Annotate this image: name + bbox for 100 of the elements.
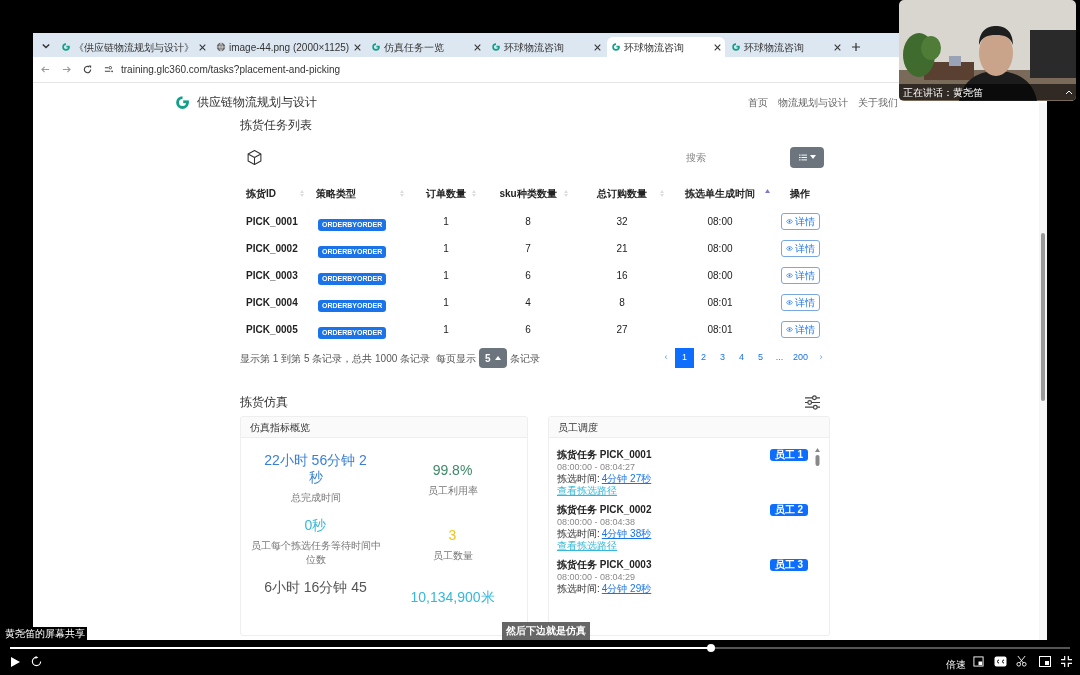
details-button[interactable]: 详情 bbox=[780, 240, 820, 257]
close-icon[interactable] bbox=[354, 43, 362, 51]
time-range: 08:00:00 - 08:04:27 bbox=[557, 461, 637, 473]
metric-label: 总完成时间 bbox=[289, 491, 342, 505]
previous-page-link[interactable]: ‹ bbox=[656, 351, 675, 365]
column-header[interactable]: 操作 bbox=[770, 178, 830, 208]
table-cell-text: 27 bbox=[615, 323, 629, 337]
page-link[interactable]: 200 bbox=[788, 348, 812, 368]
metric-value: 3 bbox=[447, 527, 458, 544]
caret-icon bbox=[42, 42, 50, 50]
globe-icon bbox=[216, 42, 226, 52]
page-link[interactable]: ... bbox=[769, 348, 789, 368]
browser-tab[interactable]: 仿真任务一览 bbox=[367, 37, 486, 57]
per-page-select[interactable]: 5 bbox=[479, 348, 507, 368]
browser-tab[interactable]: 《供应链物流规划与设计》 bbox=[57, 37, 210, 57]
play-icon[interactable] bbox=[11, 657, 20, 667]
back-icon[interactable] bbox=[41, 65, 50, 74]
column-header[interactable]: 总订购数量 bbox=[574, 178, 670, 208]
page-link[interactable]: 4 bbox=[731, 348, 751, 368]
details-button[interactable]: 详情 bbox=[780, 294, 820, 311]
reload-icon[interactable] bbox=[83, 65, 92, 74]
column-header[interactable]: 拣货ID bbox=[240, 178, 310, 208]
worker-tag: 员工 3 bbox=[769, 558, 808, 571]
column-header[interactable]: 策略类型 bbox=[310, 178, 410, 208]
table-cell-text: 08:00 bbox=[706, 269, 734, 283]
duration-link[interactable]: 4分钟 27秒 bbox=[601, 473, 652, 485]
table-cell-text: 08:00 bbox=[706, 215, 734, 229]
task-title: 拣货任务 PICK_0001 bbox=[557, 448, 652, 462]
duration-link[interactable]: 4分钟 29秒 bbox=[601, 583, 652, 595]
sort-ascending-icon[interactable] bbox=[765, 189, 770, 193]
task-title: 拣货任务 PICK_0003 bbox=[557, 558, 652, 572]
page-link[interactable]: 1 bbox=[674, 348, 694, 368]
scissors-icon[interactable] bbox=[1016, 656, 1027, 667]
brand-name[interactable]: 供应链物流规划与设计 bbox=[197, 93, 317, 111]
progress-handle[interactable] bbox=[706, 644, 715, 652]
replay-icon[interactable] bbox=[31, 656, 42, 667]
tab-title: 环球物流咨询 bbox=[504, 40, 566, 55]
nav-link[interactable]: 物流规划与设计 bbox=[778, 94, 848, 110]
tab-title: 环球物流咨询 bbox=[744, 40, 806, 55]
browser-tab[interactable]: 环球物流咨询 bbox=[607, 37, 726, 57]
time-range: 08:00:00 - 08:04:29 bbox=[557, 571, 637, 583]
site-settings-icon[interactable] bbox=[104, 65, 113, 74]
address-field[interactable]: training.glc360.com/tasks?placement-and-picking bbox=[104, 62, 340, 77]
subtitle: 然后下边就是仿真 bbox=[502, 622, 590, 640]
table-cell-text: 1 bbox=[442, 296, 450, 310]
tab-title: 仿真任务一览 bbox=[384, 40, 446, 55]
page-link[interactable]: 3 bbox=[712, 348, 732, 368]
picture-in-picture-icon[interactable] bbox=[973, 656, 984, 667]
close-icon[interactable] bbox=[834, 43, 842, 51]
table-cell-text: 1 bbox=[442, 323, 450, 337]
fullscreen-exit-icon[interactable] bbox=[1061, 656, 1072, 667]
column-header[interactable]: 订单数量 bbox=[410, 178, 482, 208]
scrollbar-icon[interactable] bbox=[815, 448, 820, 466]
table-cell-text: 6 bbox=[524, 323, 532, 337]
close-icon[interactable] bbox=[474, 43, 482, 51]
caret-up-icon[interactable] bbox=[1066, 90, 1072, 94]
table-cell-text: 1 bbox=[442, 269, 450, 283]
table-cell-text: 21 bbox=[615, 242, 629, 256]
view-toggle-button[interactable] bbox=[790, 146, 824, 168]
per-page-label: 每页显示 bbox=[436, 351, 477, 366]
table-cell-text: PICK_0001 bbox=[245, 215, 299, 229]
table-cell-text: PICK_0004 bbox=[245, 296, 299, 310]
caret-icon bbox=[494, 356, 501, 360]
card-title: 仿真指标概览 bbox=[250, 420, 310, 435]
nav-link[interactable]: 首页 bbox=[748, 94, 768, 110]
details-button[interactable]: 详情 bbox=[780, 213, 820, 230]
browser-tab[interactable]: 环球物流咨询 bbox=[727, 37, 846, 57]
page-link[interactable]: 2 bbox=[693, 348, 713, 368]
subtitles-icon[interactable] bbox=[994, 656, 1007, 667]
metric-label: 员工利用率 bbox=[426, 484, 479, 498]
forward-icon[interactable] bbox=[62, 65, 71, 74]
table-cell-text: 16 bbox=[615, 269, 629, 283]
speaker-label: 正在讲话：黄尧笛 bbox=[903, 85, 983, 100]
close-icon[interactable] bbox=[199, 43, 206, 51]
details-button[interactable]: 详情 bbox=[780, 321, 820, 338]
table-cell-text: 8 bbox=[524, 215, 532, 229]
page-link[interactable]: 5 bbox=[750, 348, 770, 368]
table-cell-text: 08:01 bbox=[706, 296, 734, 310]
card-title: 员工调度 bbox=[558, 420, 598, 435]
close-icon[interactable] bbox=[594, 43, 602, 51]
playback-speed-button[interactable]: 倍速 bbox=[946, 657, 966, 672]
eye-icon bbox=[785, 327, 793, 332]
nav-link[interactable]: 关于我们 bbox=[858, 94, 898, 110]
tab-title: 环球物流咨询 bbox=[624, 40, 686, 55]
time-range: 08:00:00 - 08:04:38 bbox=[557, 516, 637, 528]
column-header[interactable]: sku种类数量 bbox=[482, 178, 574, 208]
details-button[interactable]: 详情 bbox=[780, 267, 820, 284]
close-icon[interactable] bbox=[714, 43, 722, 51]
table-cell-text: 1 bbox=[442, 215, 450, 229]
duration-link[interactable]: 4分钟 38秒 bbox=[601, 528, 652, 540]
scrollbar[interactable] bbox=[1039, 103, 1047, 640]
table-cell-text: 1 bbox=[442, 242, 450, 256]
next-page-link[interactable]: › bbox=[812, 351, 830, 365]
browser-tab[interactable]: image-44.png (2000×1125) bbox=[212, 37, 366, 57]
sliders-icon[interactable] bbox=[804, 394, 821, 410]
column-header[interactable]: 拣选单生成时间 bbox=[670, 178, 770, 208]
tab-title: 《供应链物流规划与设计》 bbox=[74, 40, 195, 55]
eye-icon bbox=[785, 273, 793, 278]
browser-tab[interactable]: 环球物流咨询 bbox=[487, 37, 606, 57]
mini-player-icon[interactable] bbox=[1039, 656, 1051, 667]
